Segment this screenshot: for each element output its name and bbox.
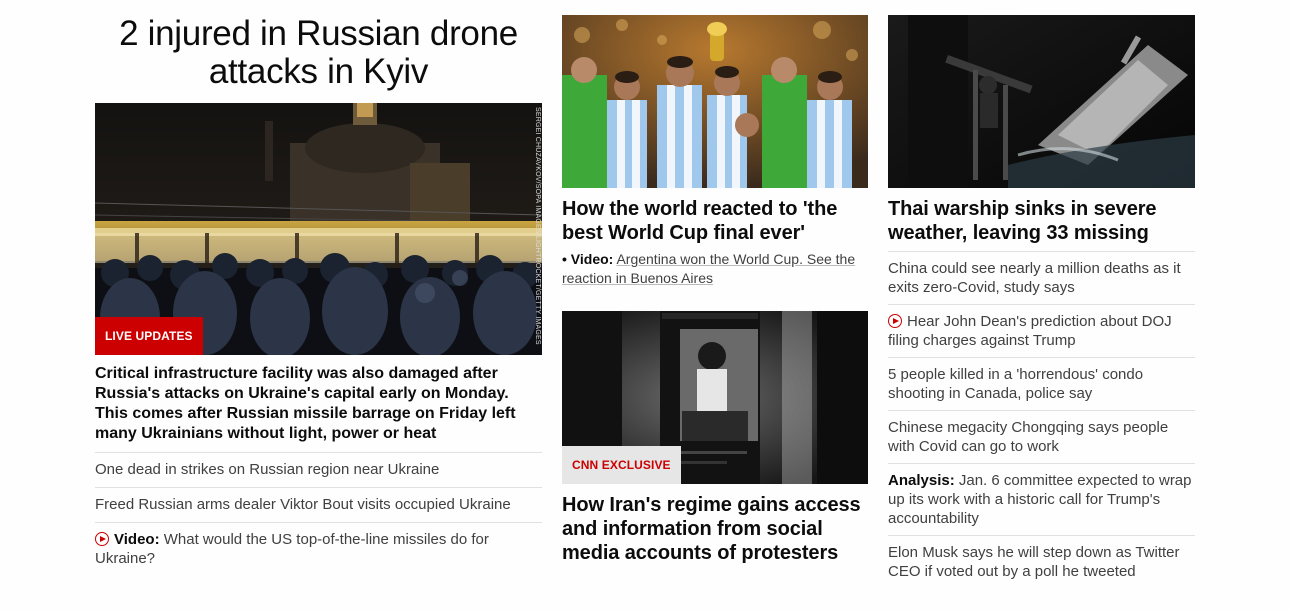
list-item[interactable]: Chinese megacity Chongqing says people w… [888,410,1195,463]
list-item[interactable]: One dead in strikes on Russian region ne… [95,452,542,487]
play-icon [888,314,902,328]
iran-headline[interactable]: How Iran's regime gains access and infor… [562,493,868,565]
list-item[interactable]: Hear John Dean's prediction about DOJ fi… [888,304,1195,357]
lead-story-column: 2 injured in Russian drone attacks in Ky… [95,0,542,576]
world-cup-image[interactable] [562,15,868,188]
middle-column: How the world reacted to 'the best World… [562,0,868,565]
world-cup-headline[interactable]: How the world reacted to 'the best World… [562,197,868,245]
list-item-link[interactable]: Freed Russian arms dealer Viktor Bout vi… [95,496,511,513]
list-item-link[interactable]: One dead in strikes on Russian region ne… [95,461,439,478]
related-links-list: One dead in strikes on Russian region ne… [95,452,542,576]
world-cup-celebration-photo [562,15,868,188]
play-icon [95,532,109,546]
thai-warship-photo [888,15,1195,188]
video-label: Video: [570,251,614,267]
list-item[interactable]: Elon Musk says he will step down as Twit… [888,535,1195,588]
warship-image[interactable] [888,15,1195,188]
lead-story-image[interactable]: SERGEI CHUZAVKOV/SOPA IMAGES/LIGHTROCKET… [95,103,542,355]
list-item[interactable]: China could see nearly a million deaths … [888,251,1195,304]
right-links-list: China could see nearly a million deaths … [888,251,1195,588]
bullet-icon: • [562,251,567,267]
list-item-link[interactable]: Elon Musk says he will step down as Twit… [888,544,1180,580]
list-item[interactable]: Video: What would the US top-of-the-line… [95,522,542,576]
list-item-link[interactable]: 5 people killed in a 'horrendous' condo … [888,366,1143,402]
right-column: Thai warship sinks in severe weather, le… [888,0,1195,588]
video-label: Video: [114,531,160,548]
list-item-link[interactable]: Hear John Dean's prediction about DOJ fi… [888,313,1172,349]
list-item[interactable]: 5 people killed in a 'horrendous' condo … [888,357,1195,410]
warship-headline[interactable]: Thai warship sinks in severe weather, le… [888,197,1195,245]
world-cup-video-link[interactable]: • Video: Argentina won the World Cup. Se… [562,250,868,288]
photo-credit: SERGEI CHUZAVKOV/SOPA IMAGES/LIGHTROCKET… [534,107,541,345]
lead-story-summary[interactable]: Critical infrastructure facility was als… [95,364,542,444]
list-item-link[interactable]: China could see nearly a million deaths … [888,260,1181,296]
analysis-label: Analysis: [888,472,955,489]
iran-story-image[interactable]: CNN EXCLUSIVE [562,311,868,484]
list-item-link[interactable]: Chinese megacity Chongqing says people w… [888,419,1168,455]
list-item[interactable]: Freed Russian arms dealer Viktor Bout vi… [95,487,542,522]
list-item[interactable]: Analysis: Jan. 6 committee expected to w… [888,463,1195,535]
live-updates-badge: LIVE UPDATES [95,317,203,355]
cnn-exclusive-badge: CNN EXCLUSIVE [562,446,681,484]
lead-headline[interactable]: 2 injured in Russian drone attacks in Ky… [95,15,542,91]
